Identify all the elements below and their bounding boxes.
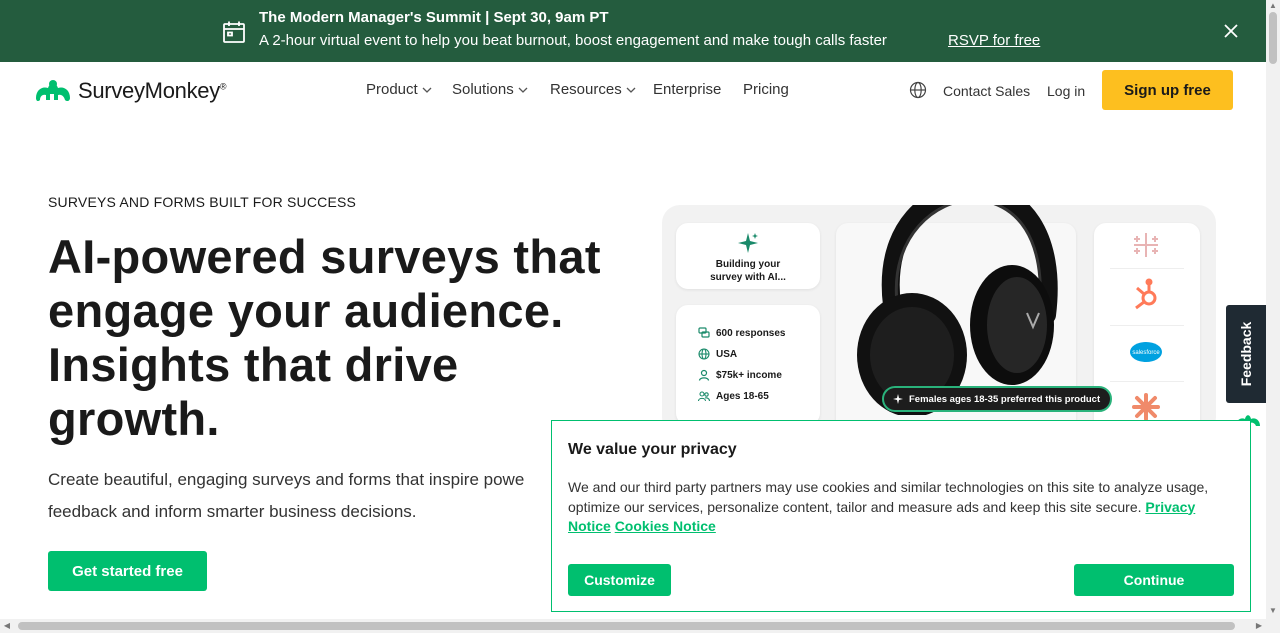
- hero-subtext: Create beautiful, engaging surveys and f…: [48, 464, 568, 528]
- people-icon: [698, 391, 710, 402]
- cookie-title: We value your privacy: [568, 441, 737, 458]
- horizontal-scroll-thumb[interactable]: [18, 622, 1235, 630]
- headline-line: Insights that drive: [48, 338, 459, 391]
- subtext-line: Create beautiful, engaging surveys and f…: [48, 470, 525, 489]
- salesforce-icon: salesforce: [1130, 342, 1162, 362]
- chevron-down-icon: [422, 87, 432, 93]
- banner-title: The Modern Manager's Summit | Sept 30, 9…: [259, 9, 609, 26]
- stat-responses: 600 responses: [698, 327, 786, 339]
- insight-pill: Females ages 18-35 preferred this produc…: [882, 386, 1113, 412]
- scroll-right-icon[interactable]: ▶: [1255, 622, 1263, 630]
- headline-line: growth.: [48, 392, 220, 445]
- stat-ages: Ages 18-65: [698, 390, 769, 402]
- scroll-down-icon[interactable]: ▼: [1269, 607, 1277, 615]
- nav-pricing[interactable]: Pricing: [743, 81, 789, 98]
- monkey-logo-icon: [36, 80, 70, 102]
- stat-country: USA: [698, 348, 737, 360]
- building-text: survey with AI...: [710, 272, 786, 283]
- audience-stats-card: 600 responses USA $75k+ income Ages 18-6…: [676, 305, 820, 425]
- nav-resources[interactable]: Resources: [550, 81, 636, 98]
- main-nav: SurveyMonkey® Product Solutions Resource…: [0, 62, 1266, 120]
- stat-income: $75k+ income: [698, 369, 782, 381]
- nav-enterprise[interactable]: Enterprise: [653, 81, 721, 98]
- vertical-scrollbar[interactable]: ▲ ▼: [1266, 0, 1280, 619]
- cookie-body-text: We and our third party partners may use …: [568, 479, 1209, 515]
- subtext-line: feedback and inform smarter business dec…: [48, 502, 417, 521]
- cookie-body: We and our third party partners may use …: [568, 478, 1228, 537]
- cookie-consent-dialog: We value your privacy We and our third p…: [551, 420, 1251, 612]
- person-icon: [698, 369, 710, 381]
- hero-headline: AI-powered surveys that engage your audi…: [48, 230, 608, 446]
- rsvp-link[interactable]: RSVP for free: [948, 32, 1040, 49]
- surveymonkey-logo[interactable]: SurveyMonkey®: [32, 74, 227, 108]
- contact-sales-link[interactable]: Contact Sales: [943, 83, 1030, 99]
- event-banner: The Modern Manager's Summit | Sept 30, 9…: [0, 0, 1266, 62]
- svg-text:salesforce: salesforce: [1132, 350, 1160, 356]
- get-started-button[interactable]: Get started free: [48, 551, 207, 591]
- horizontal-scrollbar[interactable]: ◀ ▶: [0, 619, 1280, 633]
- headline-line: engage your audience.: [48, 284, 564, 337]
- ai-building-card: Building your survey with AI...: [676, 223, 820, 289]
- hero-visual: Building your survey with AI... 600 resp…: [662, 205, 1216, 435]
- logo-text: SurveyMonkey®: [78, 78, 227, 103]
- hubspot-icon: [1135, 278, 1157, 310]
- continue-button[interactable]: Continue: [1074, 564, 1234, 596]
- sparkle-icon: [738, 233, 758, 253]
- headline-line: AI-powered surveys that: [48, 230, 601, 283]
- sparkle-icon: [893, 394, 903, 404]
- building-text: Building your: [715, 259, 781, 270]
- chevron-down-icon: [626, 87, 636, 93]
- banner-subtitle: A 2-hour virtual event to help you beat …: [259, 32, 887, 49]
- hero-eyebrow: SURVEYS AND FORMS BUILT FOR SUCCESS: [48, 194, 357, 210]
- customize-button[interactable]: Customize: [568, 564, 671, 596]
- nav-solutions[interactable]: Solutions: [452, 81, 528, 98]
- globe-icon[interactable]: [909, 81, 927, 99]
- vertical-scroll-thumb[interactable]: [1269, 12, 1277, 64]
- chevron-down-icon: [518, 87, 528, 93]
- cookies-notice-link[interactable]: Cookies Notice: [615, 518, 716, 534]
- nav-product[interactable]: Product: [366, 81, 432, 98]
- calendar-icon: [223, 21, 245, 43]
- close-icon[interactable]: [1222, 22, 1240, 40]
- chat-icon: [698, 327, 710, 338]
- globe-icon: [698, 348, 710, 360]
- tableau-icon: [1134, 233, 1158, 257]
- feedback-tab[interactable]: Feedback: [1226, 305, 1266, 403]
- headphones-image: [857, 205, 1058, 415]
- scroll-left-icon[interactable]: ◀: [3, 622, 11, 630]
- scroll-up-icon[interactable]: ▲: [1269, 2, 1277, 10]
- signup-button[interactable]: Sign up free: [1102, 70, 1233, 110]
- login-link[interactable]: Log in: [1047, 83, 1085, 99]
